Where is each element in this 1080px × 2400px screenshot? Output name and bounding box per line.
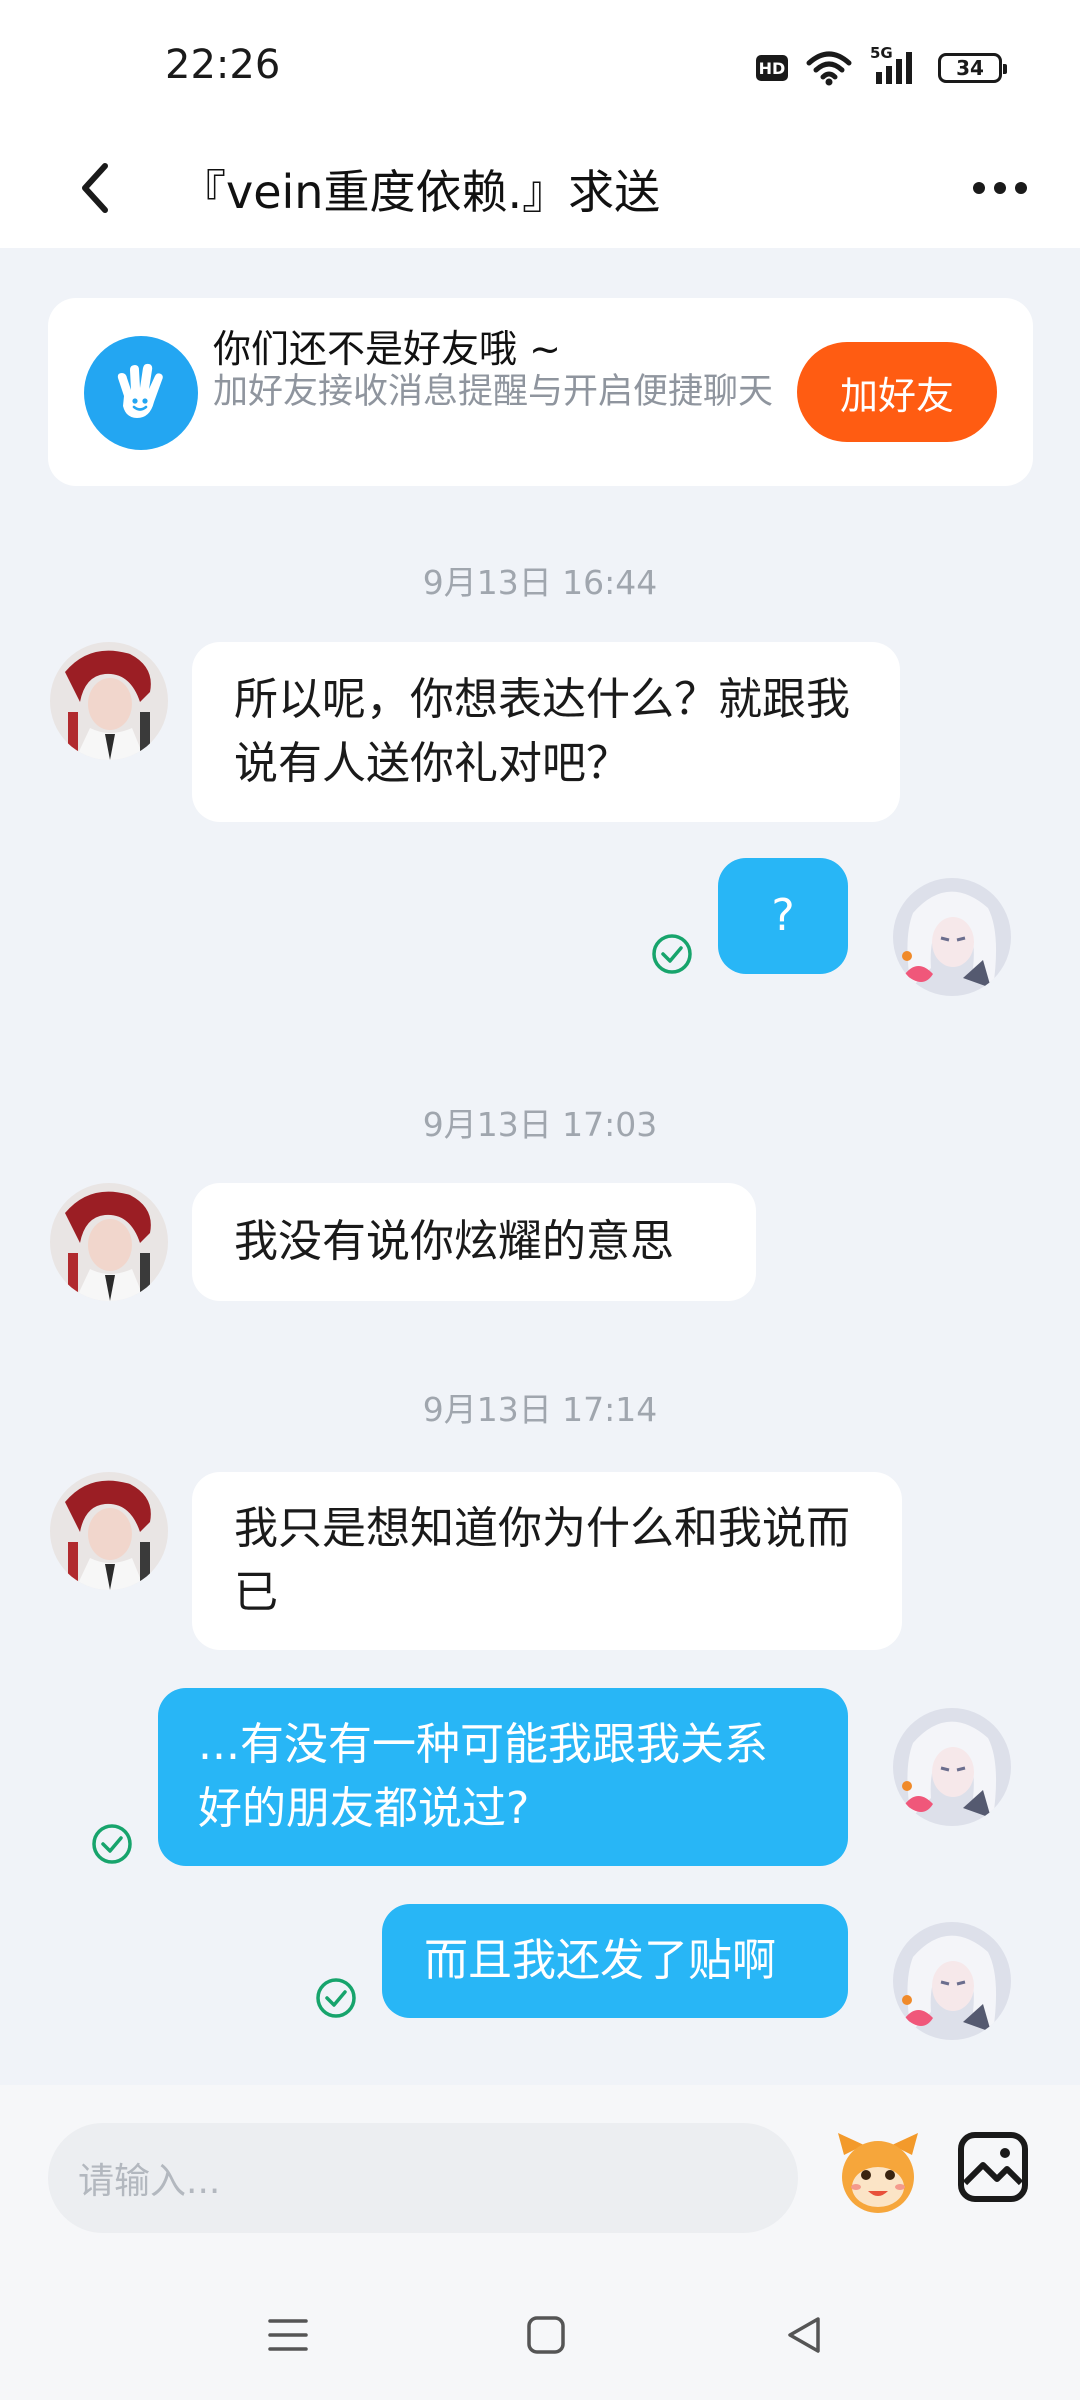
my-avatar[interactable] [893,1922,1011,2040]
message-bubble-incoming: 我没有说你炫耀的意思 [192,1183,756,1301]
emoji-mascot-icon [838,2133,918,2213]
friend-request-banner: 你们还不是好友哦 ~ 加好友接收消息提醒与开启便捷聊天 加好友 [48,298,1033,486]
message-bubble-incoming: 我只是想知道你为什么和我说而已 [192,1472,902,1650]
hd-icon: HD [756,55,788,81]
message-bubble-outgoing: ...有没有一种可能我跟我关系好的朋友都说过? [158,1688,848,1866]
message-text: 所以呢，你想表达什么？就跟我说有人送你礼对吧？ [234,674,850,789]
friend-banner-title: 你们还不是好友哦 ~ [213,327,561,371]
signal-5g-icon: 5G [870,44,920,86]
my-avatar[interactable] [893,1708,1011,1826]
friend-banner-subtitle: 加好友接收消息提醒与开启便捷聊天 [213,372,774,412]
more-button[interactable] [960,148,1040,228]
contact-avatar[interactable] [50,1183,168,1301]
more-dot [973,182,985,194]
message-bubble-outgoing: ? [718,858,848,974]
message-text: 我只是想知道你为什么和我说而已 [234,1503,850,1618]
status-bar: 22:26 HD 5G 34 [0,0,1080,130]
timestamp: 9月13日 16:44 [422,563,658,602]
page-title: 『vein重度依赖.』求送 [180,165,661,219]
chevron-left-icon [82,163,108,213]
check-circle-icon [92,1824,132,1864]
message-text: ...有没有一种可能我跟我关系好的朋友都说过? [198,1719,768,1834]
message-text: 我没有说你炫耀的意思 [234,1216,674,1267]
message-bubble-incoming: 所以呢，你想表达什么？就跟我说有人送你礼对吧？ [192,642,900,822]
menu-icon [268,2319,308,2351]
home-square-icon [527,2316,565,2354]
my-avatar[interactable] [893,878,1011,996]
message-input[interactable]: 请输入... [48,2123,798,2233]
more-dot [1015,182,1027,194]
menu-button[interactable] [258,2305,318,2365]
status-time: 22:26 [165,42,281,88]
back-nav-button[interactable] [774,2305,834,2365]
back-triangle-icon [788,2317,820,2353]
timestamp: 9月13日 17:14 [422,1390,658,1429]
more-dot [994,182,1006,194]
message-bubble-outgoing: 而且我还发了贴啊 [382,1904,848,2018]
chat-header: 『vein重度依赖.』求送 [0,130,1080,248]
system-nav-bar [0,2265,1080,2400]
contact-avatar[interactable] [50,642,168,760]
check-circle-icon [316,1978,356,2018]
message-text: 而且我还发了贴啊 [424,1935,776,1986]
home-button[interactable] [516,2305,576,2365]
wifi-icon [806,51,852,86]
input-bar: 请输入... [0,2085,1080,2265]
wave-hand-icon [84,336,198,450]
contact-avatar[interactable] [50,1472,168,1590]
emoji-button[interactable] [830,2125,926,2221]
status-icons: HD 5G 34 [756,44,1007,88]
timestamp: 9月13日 17:03 [422,1105,658,1144]
back-button[interactable] [55,148,135,228]
image-icon [958,2132,1028,2202]
add-friend-button[interactable]: 加好友 [797,342,997,442]
check-circle-icon [652,934,692,974]
image-button[interactable] [955,2129,1031,2205]
message-text: ? [771,890,795,941]
battery-icon: 34 [938,53,1007,83]
